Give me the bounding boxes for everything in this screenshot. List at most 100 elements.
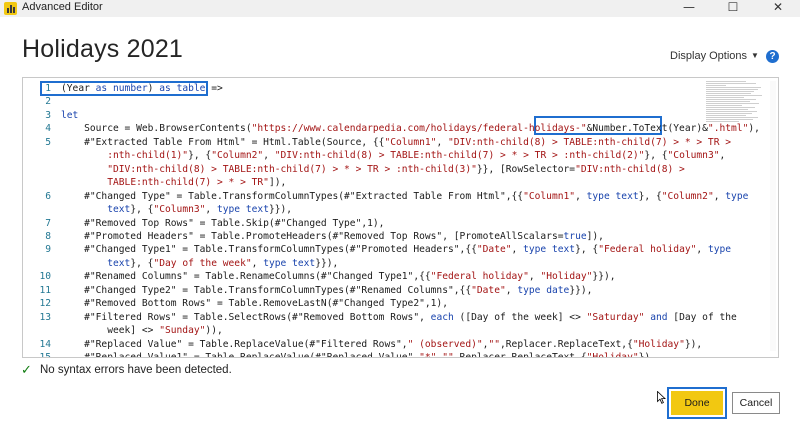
display-options-menu[interactable]: Display Options ▼ bbox=[670, 50, 759, 62]
code-line[interactable]: 13 #"Filtered Rows" = Table.SelectRows(#… bbox=[23, 311, 736, 324]
minimize-button[interactable]: — bbox=[667, 0, 711, 17]
code-line[interactable]: week] <> "Sunday")), bbox=[23, 324, 723, 337]
code-keyword: text bbox=[551, 244, 576, 256]
code-token: (Year bbox=[61, 83, 96, 94]
code-line[interactable]: 3 let bbox=[23, 109, 723, 122]
code-token: }, { bbox=[188, 150, 212, 162]
code-token: #"Removed Top Rows" = Table.Skip(#"Chang… bbox=[61, 217, 385, 229]
code-token: #"Filtered Rows" = Table.SelectRows(#"Re… bbox=[61, 311, 431, 323]
code-keyword: date bbox=[546, 284, 570, 296]
help-icon[interactable]: ? bbox=[766, 50, 779, 63]
code-token: , bbox=[205, 204, 217, 216]
code-keyword: type bbox=[725, 190, 749, 202]
code-token: #"Changed Type1" = Table.TransformColumn… bbox=[61, 244, 477, 256]
window-title: Advanced Editor bbox=[22, 1, 103, 13]
code-text: #"Replaced Value1" = Table.ReplaceValue(… bbox=[61, 351, 656, 358]
code-line[interactable]: text}, {"Column3", type text}}), bbox=[23, 203, 723, 216]
code-string: "" bbox=[488, 338, 500, 350]
code-keyword: text bbox=[107, 257, 131, 269]
code-string: ".html" bbox=[707, 123, 749, 135]
code-token: , bbox=[719, 150, 726, 162]
line-number: 11 bbox=[39, 284, 51, 296]
code-token: , bbox=[436, 136, 448, 148]
close-button[interactable]: ✕ bbox=[756, 0, 800, 17]
code-token: #"Renamed Columns" = Table.RenameColumns… bbox=[61, 271, 431, 283]
checkmark-icon: ✓ bbox=[21, 363, 32, 378]
code-token: }, { bbox=[575, 244, 599, 256]
code-token: , bbox=[575, 190, 587, 202]
line-number: 4 bbox=[45, 123, 51, 135]
code-token: , bbox=[251, 257, 264, 269]
code-string: "Column3" bbox=[153, 204, 206, 216]
code-line[interactable]: :nth-child(1)"}, {"Column2", "DIV:nth-ch… bbox=[23, 149, 725, 162]
code-token: , bbox=[505, 284, 518, 296]
code-line[interactable]: 1 (Year as number) as table => bbox=[23, 82, 723, 95]
code-line[interactable]: 7 #"Removed Top Rows" = Table.Skip(#"Cha… bbox=[23, 217, 723, 230]
code-keyword: type bbox=[707, 244, 732, 256]
code-editor[interactable]: 1 (Year as number) as table => 2 3 let 4 Sour… bbox=[22, 77, 779, 358]
code-string: "Federal holiday" bbox=[430, 271, 529, 283]
code-token: #"Replaced Value1" = Table.ReplaceValue(… bbox=[61, 352, 420, 358]
code-token: , bbox=[528, 271, 541, 283]
code-token: [Day of the bbox=[667, 311, 737, 323]
code-token: , bbox=[511, 244, 524, 256]
code-line[interactable]: 2 bbox=[23, 95, 723, 108]
code-string: "Holiday" bbox=[586, 352, 639, 358]
code-line[interactable]: 11 #"Changed Type2" = Table.TransformCol… bbox=[23, 284, 723, 297]
code-string: "Date" bbox=[471, 284, 506, 296]
line-number: 6 bbox=[45, 190, 51, 202]
code-string: "DIV:nth-child(8) > TABLE:nth-child(7) >… bbox=[448, 136, 732, 148]
code-token: }}), bbox=[315, 257, 339, 269]
code-token: , bbox=[713, 190, 726, 202]
code-token: ), bbox=[748, 123, 760, 135]
code-string: "Day of the week" bbox=[153, 257, 252, 269]
code-token: ]), bbox=[268, 177, 287, 189]
code-line[interactable]: 8 #"Promoted Headers" = Table.PromoteHea… bbox=[23, 230, 723, 243]
code-line[interactable]: 6 #"Changed Type" = Table.TransformColum… bbox=[23, 190, 748, 203]
code-token: }}), bbox=[268, 204, 293, 216]
line-number: 13 bbox=[39, 311, 51, 323]
code-string: "Column2" bbox=[661, 190, 714, 202]
code-line[interactable]: TABLE:nth-child(7) > * > TR"]), bbox=[23, 176, 723, 189]
code-keyword: as bbox=[95, 83, 108, 94]
display-options-label: Display Options bbox=[670, 50, 748, 62]
code-keyword: number bbox=[113, 83, 148, 94]
code-token: }, { bbox=[644, 150, 668, 162]
code-line[interactable]: text}, {"Day of the week", type text}}), bbox=[23, 257, 723, 270]
code-text: text}, {"Day of the week", type text}}), bbox=[61, 257, 338, 270]
code-token: ([Day of the week] <> bbox=[453, 311, 587, 323]
code-line[interactable]: 14 #"Replaced Value" = Table.ReplaceValu… bbox=[23, 338, 723, 351]
editor-scrollbar[interactable] bbox=[770, 81, 776, 351]
code-text: #"Removed Top Rows" = Table.Skip(#"Chang… bbox=[61, 217, 384, 230]
done-button[interactable]: Done bbox=[671, 391, 723, 415]
line-number: 3 bbox=[45, 109, 51, 121]
code-string: "Sunday" bbox=[159, 325, 206, 337]
code-line[interactable]: 9 #"Changed Type1" = Table.TransformColu… bbox=[23, 243, 731, 256]
code-token: }), bbox=[684, 338, 703, 350]
code-string: "Holiday" bbox=[632, 338, 685, 350]
cancel-button[interactable]: Cancel bbox=[732, 392, 780, 414]
maximize-button[interactable]: ☐ bbox=[711, 0, 755, 17]
code-line[interactable]: "DIV:nth-child(8) > TABLE:nth-child(7) >… bbox=[23, 163, 723, 176]
code-keyword: text bbox=[615, 190, 639, 202]
code-string: "Column3" bbox=[667, 150, 720, 162]
code-string: "Column2" bbox=[211, 150, 264, 162]
code-line[interactable]: 15 #"Replaced Value1" = Table.ReplaceVal… bbox=[23, 351, 723, 358]
code-text: let bbox=[61, 109, 78, 122]
code-text: Source = Web.BrowserContents("https://ww… bbox=[61, 122, 760, 135]
code-text: :nth-child(1)"}, {"Column2", "DIV:nth-ch… bbox=[61, 149, 725, 162]
code-keyword: type bbox=[586, 190, 610, 202]
code-line[interactable]: 12 #"Removed Bottom Rows" = Table.Remove… bbox=[23, 297, 723, 310]
code-token: Source = Web.BrowserContents( bbox=[61, 123, 252, 135]
code-string: "Saturday" bbox=[586, 311, 645, 323]
code-string: "Date" bbox=[476, 244, 512, 256]
code-line[interactable]: 10 #"Renamed Columns" = Table.RenameColu… bbox=[23, 270, 723, 283]
code-line[interactable]: 5 #"Extracted Table From Html" = Html.Ta… bbox=[23, 136, 731, 149]
code-line[interactable]: 4 Source = Web.BrowserContents("https://… bbox=[23, 122, 760, 135]
code-token: ) bbox=[147, 83, 160, 94]
code-string: TABLE:nth-child(7) > * > TR" bbox=[107, 177, 269, 189]
code-string: "Holiday" bbox=[540, 271, 593, 283]
